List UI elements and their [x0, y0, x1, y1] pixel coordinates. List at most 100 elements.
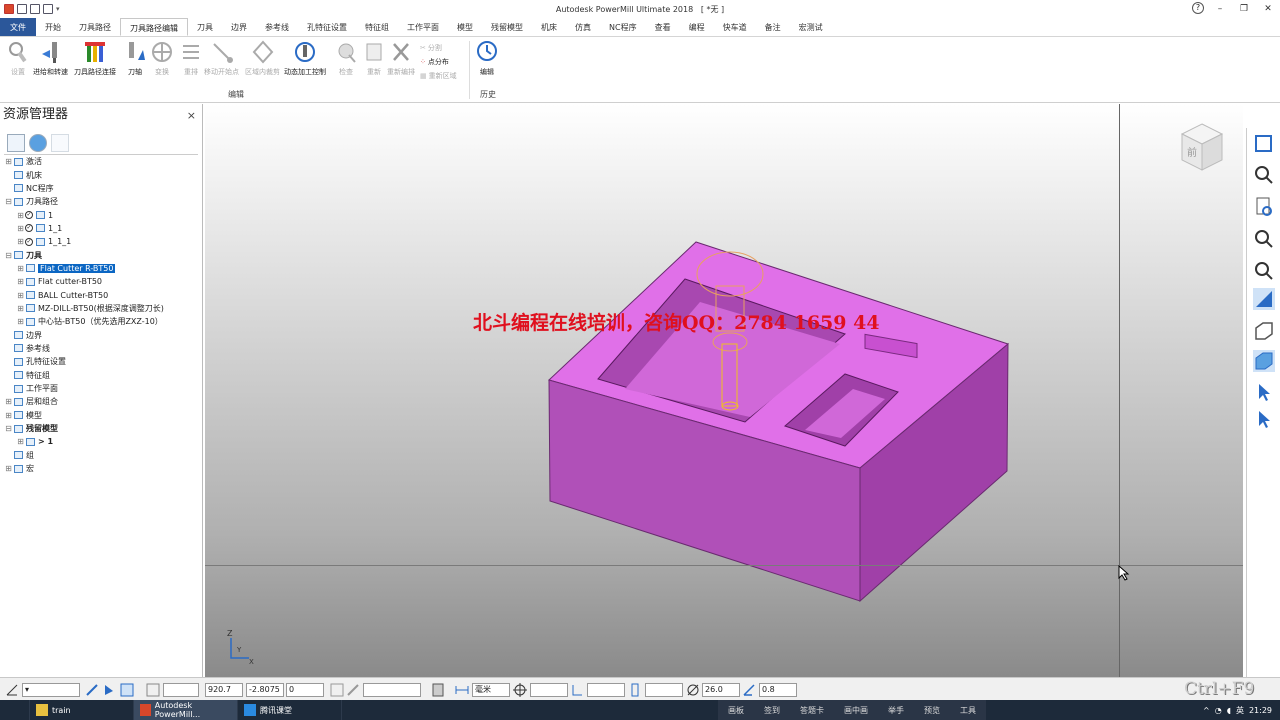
tab-machine[interactable]: 机床 [532, 18, 566, 36]
tab-home[interactable]: 开始 [36, 18, 70, 36]
units-icon[interactable] [455, 683, 469, 697]
tree-item[interactable]: 参考线 [4, 342, 200, 355]
tab-stock-model[interactable]: 残留模型 [482, 18, 532, 36]
tree-item[interactable]: ⊞ MZ-DILL-BT50(根据深度调整刀长) [4, 302, 200, 315]
3d-viewport[interactable]: 北斗编程在线培训，咨询QQ：2784 1659 44 前 Z Y X [205, 104, 1243, 677]
offset-icon[interactable] [570, 683, 584, 697]
origin-icon[interactable] [513, 683, 527, 697]
tool-axis-button[interactable]: 刀轴 [124, 40, 146, 77]
units-field[interactable]: 毫米 [472, 683, 510, 697]
point-distribution-button[interactable]: ⁘ 点分布 [420, 57, 449, 67]
tolerance-icon[interactable] [742, 683, 756, 697]
tree-item[interactable]: ⊞ 模型 [4, 409, 200, 422]
tree-item[interactable]: 特征组 [4, 369, 200, 382]
tab-fastlane[interactable]: 快车道 [714, 18, 756, 36]
redo-button[interactable]: 重新 [363, 40, 385, 77]
tray-clock[interactable]: 21:29 [1249, 706, 1272, 715]
minimize-button[interactable]: – [1208, 0, 1232, 18]
tree-item[interactable]: 工作平面 [4, 382, 200, 395]
z-coordinate-field[interactable]: 0 [286, 683, 324, 697]
classroom-tool-pip[interactable]: 画中画 [834, 705, 878, 716]
toolpath-connections-button[interactable]: 刀具路径连接 [74, 40, 116, 77]
select-arrow-icon[interactable] [1253, 381, 1275, 403]
workplane-select[interactable]: ▾ [22, 683, 80, 697]
classroom-tool-answer-card[interactable]: 答题卡 [790, 705, 834, 716]
tab-simulation[interactable]: 仿真 [566, 18, 600, 36]
zoom-icon[interactable] [1253, 164, 1275, 186]
zoom-box-icon[interactable] [1253, 228, 1275, 250]
refresh-icon[interactable] [1253, 196, 1275, 218]
close-window-button[interactable]: ✕ [1256, 0, 1280, 18]
diameter-icon[interactable] [686, 683, 700, 697]
expand-toggle-icon[interactable]: ⊞ [16, 304, 25, 313]
classroom-tool-drawboard[interactable]: 画板 [718, 705, 754, 716]
taskbar-item-tencent-class[interactable]: 腾讯课堂 [238, 700, 342, 720]
tree-item[interactable]: ⊞ 激活 [4, 155, 200, 168]
tree-item[interactable]: ⊞ 层和组合 [4, 395, 200, 408]
tool-length-icon[interactable] [628, 683, 642, 697]
classroom-tool-raise-hand[interactable]: 举手 [878, 705, 914, 716]
expand-toggle-icon[interactable]: ⊟ [4, 424, 13, 433]
grid-icon[interactable] [146, 683, 160, 697]
tab-tool[interactable]: 刀具 [188, 18, 222, 36]
expand-toggle-icon[interactable]: ⊞ [16, 437, 25, 446]
tree-item[interactable]: ⊞ BALL Cutter-BT50 [4, 288, 200, 301]
tab-nc-program[interactable]: NC程序 [600, 18, 646, 36]
tab-file[interactable]: 文件 [0, 18, 36, 36]
tree-item[interactable]: ⊞ ✓ 1_1_1 [4, 235, 200, 248]
classroom-tool-preview[interactable]: 预览 [914, 705, 950, 716]
visibility-check-icon[interactable]: ✓ [25, 211, 33, 220]
tree-item[interactable]: ⊞ ✓ 1_1 [4, 222, 200, 235]
tolerance-field[interactable]: 0.8 [759, 683, 797, 697]
iso-view-icon[interactable] [1253, 350, 1275, 372]
tree-item[interactable]: 孔特征设置 [4, 355, 200, 368]
dynamic-machining-control-button[interactable]: 动态加工控制 [284, 40, 326, 77]
feeds-speeds-button[interactable]: 进给和转速 [33, 40, 68, 77]
tree-item[interactable]: ⊞ 中心钻-BT50（优先选用ZXZ-10） [4, 315, 200, 328]
reregion-button[interactable]: ▦ 重新区域 [420, 71, 457, 81]
calculator-icon[interactable] [431, 683, 445, 697]
tab-toolpath-edit[interactable]: 刀具路径编辑 [120, 18, 188, 36]
shaded-view-icon[interactable] [1253, 288, 1275, 310]
value-field[interactable] [363, 683, 421, 697]
globe-icon[interactable] [29, 133, 47, 152]
tab-feature-group[interactable]: 特征组 [356, 18, 398, 36]
expand-toggle-icon[interactable]: ⊞ [16, 237, 25, 246]
tray-chevron-icon[interactable]: ^ [1203, 706, 1210, 715]
workplane-icon[interactable] [5, 683, 19, 697]
region-trim-button[interactable]: 区域内裁剪 [245, 40, 280, 77]
classroom-tool-signin[interactable]: 签到 [754, 705, 790, 716]
expand-toggle-icon[interactable]: ⊞ [4, 464, 13, 473]
tree-view-icon[interactable] [7, 133, 25, 152]
expand-toggle-icon[interactable]: ⊞ [4, 157, 13, 166]
expand-toggle-icon[interactable]: ⊞ [16, 264, 25, 273]
start-button[interactable] [0, 700, 30, 720]
grid-snap-icon[interactable] [120, 683, 134, 697]
tree-item[interactable]: ⊟ 刀具路径 [4, 195, 200, 208]
visibility-check-icon[interactable]: ✓ [25, 237, 33, 246]
expand-toggle-icon[interactable]: ⊞ [16, 277, 25, 286]
check-button[interactable]: 检查 [335, 40, 357, 77]
explorer-close-button[interactable]: × [187, 105, 196, 127]
expand-toggle-icon[interactable]: ⊞ [16, 211, 25, 220]
tab-workplane[interactable]: 工作平面 [398, 18, 448, 36]
tree-item[interactable]: ⊞ ✓ 1 [4, 208, 200, 221]
tree-item[interactable]: 边界 [4, 328, 200, 341]
tree-item[interactable]: ⊞ > 1 [4, 435, 200, 448]
zoom-fit-icon[interactable] [1253, 260, 1275, 282]
save-icon[interactable] [30, 4, 40, 14]
expand-toggle-icon[interactable]: ⊞ [4, 397, 13, 406]
tab-model[interactable]: 模型 [448, 18, 482, 36]
reorder-button[interactable]: 重排 [180, 40, 202, 77]
diameter-field[interactable]: 26.0 [702, 683, 740, 697]
visibility-check-icon[interactable]: ✓ [25, 224, 33, 233]
tab-macro-test[interactable]: 宏测试 [790, 18, 832, 36]
expand-toggle-icon[interactable]: ⊟ [4, 197, 13, 206]
tab-programming[interactable]: 编程 [680, 18, 714, 36]
properties-icon[interactable] [1253, 133, 1275, 155]
tree-item[interactable]: ⊟ 残留模型 [4, 422, 200, 435]
tree-item[interactable]: 机床 [4, 168, 200, 181]
pencil-icon[interactable] [346, 683, 360, 697]
offset-field[interactable] [587, 683, 625, 697]
x-coordinate-field[interactable]: 920.7 [205, 683, 243, 697]
